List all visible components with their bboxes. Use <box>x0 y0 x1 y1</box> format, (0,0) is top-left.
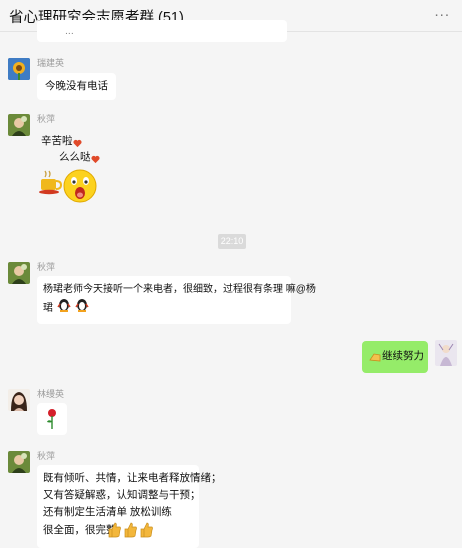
timestamp: 22:10 <box>218 234 246 249</box>
message-line: 很全面，很完整 <box>43 524 117 536</box>
penguin-emoji-icon <box>75 298 89 318</box>
message-line: 既有倾听、共情，让来电者释放情绪； <box>43 472 222 484</box>
avatar-qiuping[interactable] <box>8 262 30 284</box>
message-line: 杨珺老师今天接听一个来电者，很细致，过程很有条理 嘛@杨 <box>43 284 316 295</box>
partial-message-bubble: ... <box>37 20 287 42</box>
thumbs-up-emoji-icon <box>139 522 153 544</box>
avatar-qiuping[interactable] <box>8 451 30 473</box>
thumbs-up-emoji-icon <box>107 522 121 544</box>
message-bubble[interactable]: 今晚没有电话 <box>37 73 116 100</box>
avatar-linmanying[interactable] <box>8 389 30 411</box>
message-line: 还有制定生活清单 放松训练 <box>43 506 172 518</box>
self-message-bubble[interactable]: 继续努力 <box>362 341 428 373</box>
self-avatar[interactable] <box>435 340 457 366</box>
coffee-emoji-icon <box>39 169 63 201</box>
message-text: 继续努力 <box>382 350 424 362</box>
fist-emoji-icon <box>368 350 382 370</box>
sender-name: 秋萍 <box>37 114 56 124</box>
sender-name: 林缦英 <box>37 389 65 399</box>
message-line: 么么哒 <box>59 151 91 163</box>
heart-icon <box>91 153 100 170</box>
message-bubble[interactable]: 既有倾听、共情，让来电者释放情绪； 又有答疑解惑，认知调整与干预； 还有制定生活… <box>37 465 222 548</box>
more-options-icon[interactable]: ... <box>434 3 450 20</box>
message-bubble[interactable]: 辛苦啦 么么哒 <box>37 129 111 207</box>
message-line: 辛苦啦 <box>41 135 73 147</box>
sender-name: 秋萍 <box>37 262 56 272</box>
sender-name: 瑞建英 <box>37 58 65 68</box>
partial-message-text: ... <box>65 25 74 37</box>
surprised-face-emoji-icon <box>63 169 97 209</box>
rose-emoji-icon <box>45 408 59 436</box>
message-line: 珺 <box>43 303 53 314</box>
thumbs-up-emoji-icon <box>123 522 137 544</box>
avatar-qiuping[interactable] <box>8 114 30 136</box>
message-bubble[interactable]: 杨珺老师今天接听一个来电者，很细致，过程很有条理 嘛@杨 珺 <box>37 276 316 324</box>
penguin-emoji-icon <box>57 298 71 318</box>
message-line: 又有答疑解惑，认知调整与干预； <box>43 489 201 501</box>
avatar-sunflower[interactable] <box>8 58 30 80</box>
message-bubble[interactable] <box>37 403 67 435</box>
sender-name: 秋萍 <box>37 451 56 461</box>
